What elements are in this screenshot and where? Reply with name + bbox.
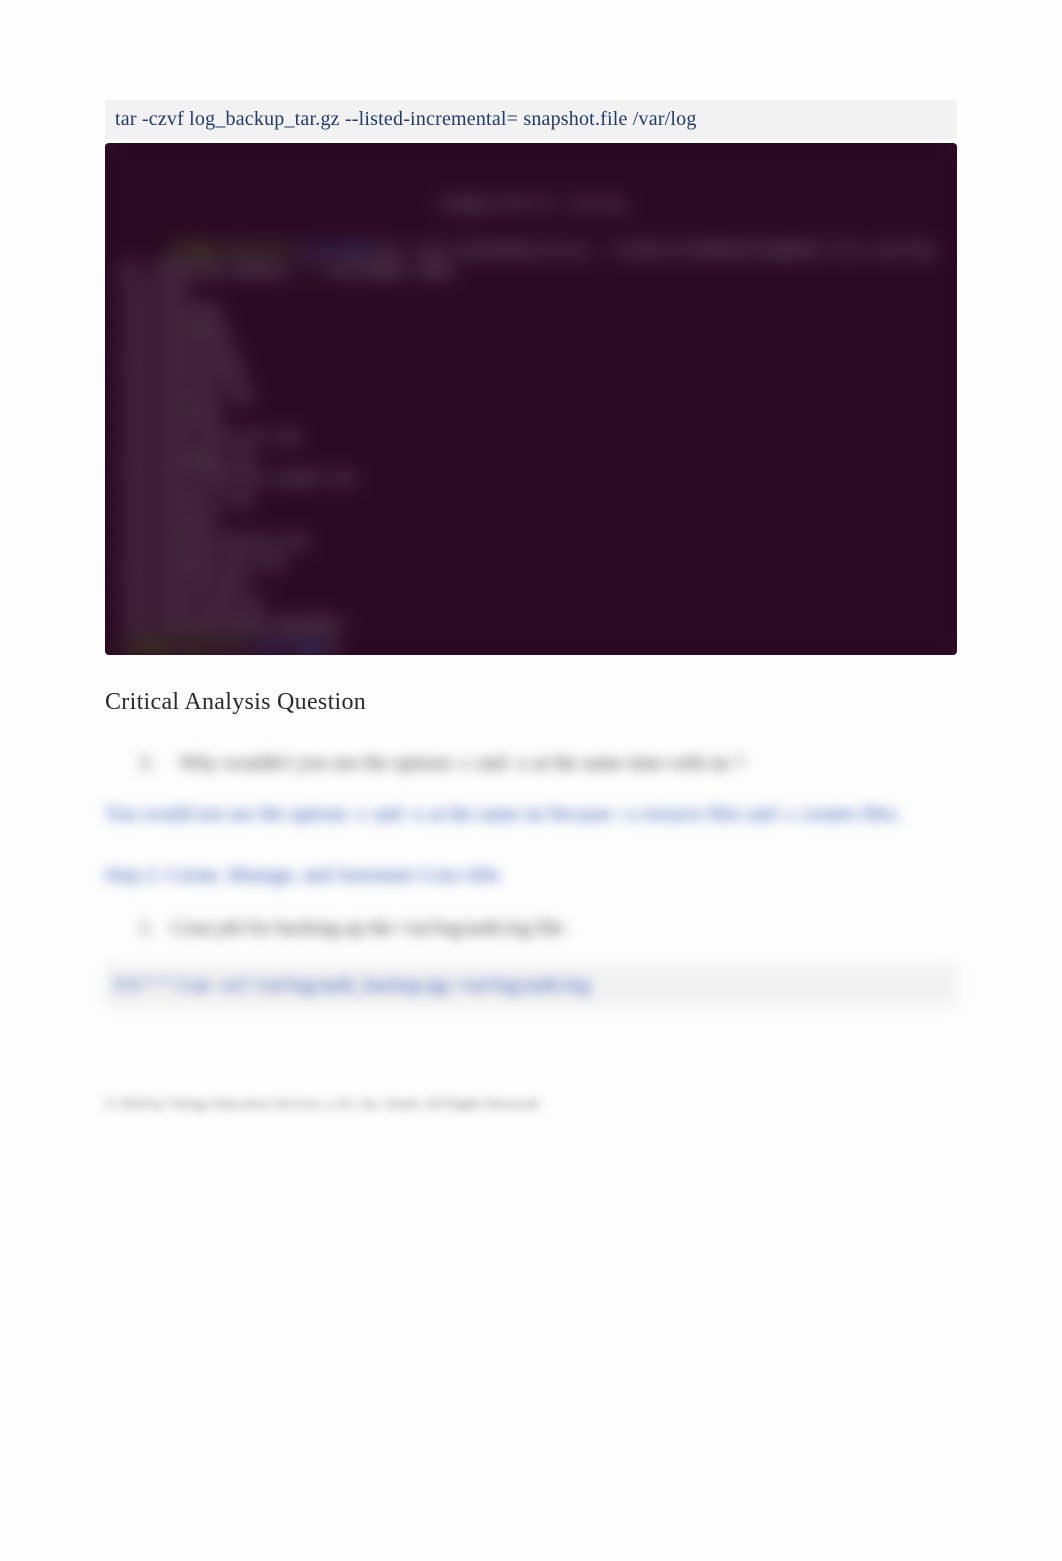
copyright-footer: © 2020 by Trilogy Education Services, a … — [105, 1097, 957, 1113]
code-block-1: tar -czvf log_backup_tar.gz --listed-inc… — [105, 100, 957, 139]
question-list-1: 3. Why wouldn't you use the options -c a… — [139, 752, 957, 775]
code-text-2: 0 6 * * 3 tar -zcf /var/log/auth_backup.… — [115, 974, 589, 996]
question-number: 3. — [139, 752, 161, 775]
question-item-2: 1. Cron job for backing up the /var/log/… — [139, 917, 957, 940]
terminal-content: root@ip-10-0-0-5: /var/log root@ip-10-0-… — [105, 143, 957, 655]
question-text-2: Cron job for backing up the /var/log/aut… — [172, 917, 568, 940]
code-text-1: tar -czvf log_backup_tar.gz --listed-inc… — [115, 108, 697, 130]
terminal-cursor: ▮ — [330, 638, 338, 653]
question-list-2: 1. Cron job for backing up the /var/log/… — [139, 917, 957, 940]
document-page: tar -czvf log_backup_tar.gz --listed-inc… — [0, 0, 1062, 1561]
question-number-2: 1. — [139, 917, 154, 940]
terminal-path: :/var/log# — [291, 243, 377, 258]
code-block-2: 0 6 * * 3 tar -zcf /var/log/auth_backup.… — [105, 964, 957, 1007]
terminal-prompt: root@ip-10-0-0-5 — [166, 243, 291, 258]
terminal-screenshot: root@ip-10-0-0-5: /var/log root@ip-10-0-… — [105, 143, 957, 655]
step-heading: Step 2: Create, Manage, and Automate Cro… — [105, 864, 957, 887]
terminal-titlebar: root@ip-10-0-0-5: /var/log — [119, 195, 943, 214]
terminal-path-end: :/var/log# — [244, 638, 330, 653]
question-item-1: 3. Why wouldn't you use the options -c a… — [139, 752, 957, 775]
terminal-prompt-end: root@ip-10-0-0-5 — [119, 638, 244, 653]
terminal-output: tar: Removing leading `/' from member na… — [119, 263, 456, 632]
terminal-cmd: tar -czvf log_backup_tar.gz --listed-inc… — [377, 243, 933, 258]
question-text: Why wouldn't you use the options -c and … — [179, 752, 744, 775]
answer-text-1: You would not use the options -c and -x … — [105, 801, 957, 828]
section-heading: Critical Analysis Question — [105, 689, 957, 716]
